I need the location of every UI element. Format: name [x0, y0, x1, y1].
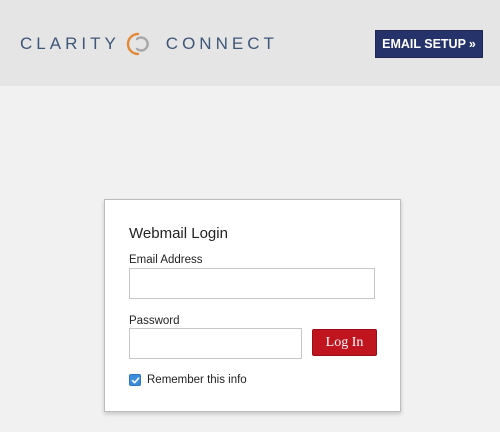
password-field[interactable]: [129, 328, 302, 359]
remember-checkbox[interactable]: [129, 374, 141, 386]
email-setup-button[interactable]: EMAIL SETUP »: [375, 30, 483, 58]
login-button[interactable]: Log In: [312, 329, 377, 356]
password-label: Password: [129, 315, 180, 327]
login-title: Webmail Login: [129, 225, 228, 242]
email-field[interactable]: [129, 268, 375, 299]
brand-name-right: CONNECT: [165, 34, 278, 53]
clarity-connect-logo-icon: [126, 32, 149, 56]
remember-label: Remember this info: [147, 374, 247, 386]
login-card: Webmail Login Email Address Password Log…: [104, 199, 401, 412]
checkmark-icon: [131, 376, 139, 383]
brand-name-left: CLARITY: [20, 34, 120, 53]
page-header: CLARITY CONNECT EMAIL SETUP »: [0, 0, 500, 86]
remember-me[interactable]: Remember this info: [129, 374, 247, 386]
email-setup-label: EMAIL SETUP: [382, 37, 466, 51]
brand-logo[interactable]: CLARITY CONNECT: [20, 31, 278, 57]
email-label: Email Address: [129, 254, 203, 266]
double-chevron-right-icon: »: [468, 37, 476, 51]
